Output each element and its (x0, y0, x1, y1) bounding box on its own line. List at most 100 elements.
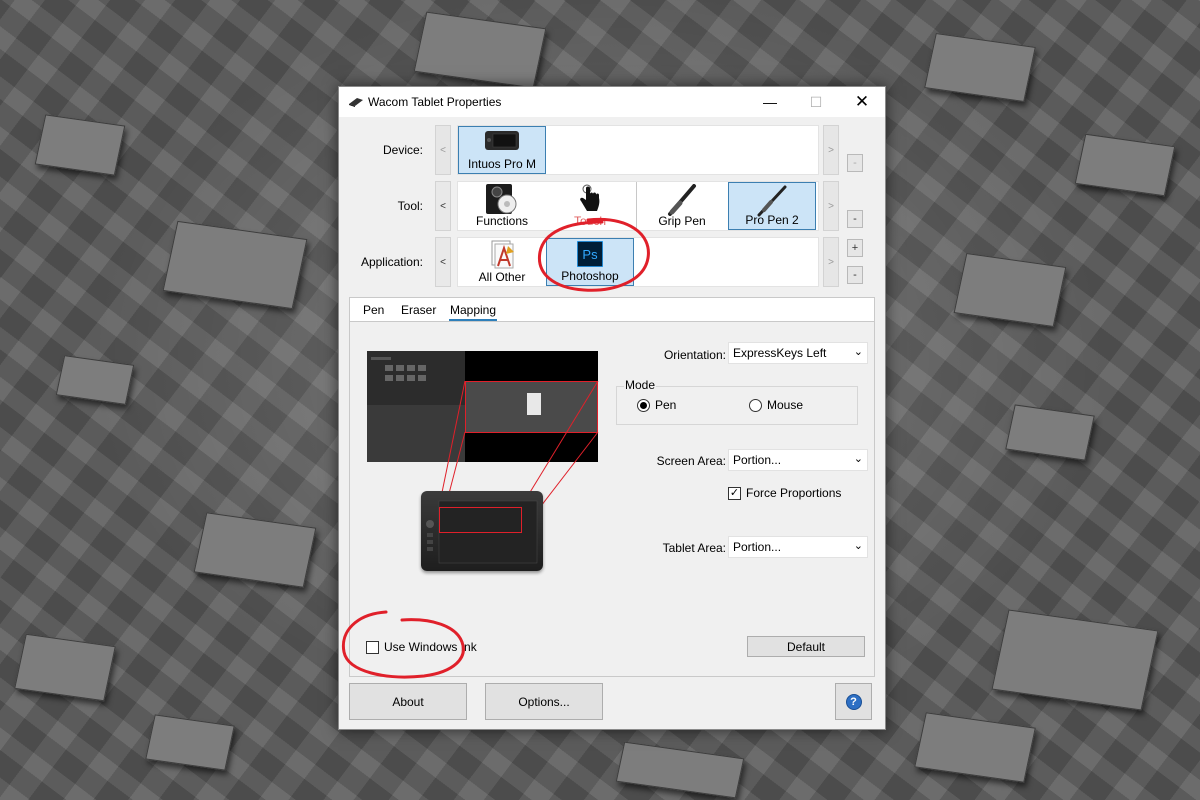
screen-area-dropdown[interactable]: Portion... ⌄ (728, 449, 868, 471)
help-icon: ? (845, 693, 862, 710)
close-icon: ✕ (854, 92, 870, 111)
maximize-button[interactable]: ☐ (793, 87, 839, 117)
background-chip (55, 355, 135, 405)
all-applications-icon (491, 240, 514, 269)
tool-strip: Functions Touch Grip Pen Pro Pen 2 (457, 181, 819, 231)
device-prev-button[interactable]: < (435, 125, 451, 175)
background-chip (991, 609, 1159, 711)
background-chip (1074, 133, 1176, 197)
device-item-label: Intuos Pro M (467, 157, 537, 171)
device-remove-button[interactable]: - (847, 154, 863, 172)
functions-icon (486, 184, 517, 214)
minus-icon: - (853, 157, 857, 169)
help-button[interactable]: ? (835, 683, 872, 720)
arrow-left-icon: < (440, 256, 446, 268)
checkbox-checked-icon: ✓ (728, 486, 741, 500)
tool-item-functions[interactable]: Functions (458, 182, 546, 230)
device-next-button[interactable]: > (823, 125, 839, 175)
device-label: Device: (382, 143, 423, 157)
window-title: Wacom Tablet Properties (368, 95, 502, 109)
tool-label: Tool: (397, 199, 423, 213)
orientation-value: ExpressKeys Left (733, 346, 827, 360)
application-label: Application: (360, 255, 423, 269)
background-chip (615, 741, 745, 799)
plus-icon: + (851, 242, 859, 254)
arrow-right-icon: > (828, 200, 834, 212)
tab-pen[interactable]: Pen (362, 303, 385, 317)
tablet-app-icon (349, 98, 363, 107)
options-button-label: Options... (518, 694, 570, 709)
tablet-area-dropdown[interactable]: Portion... ⌄ (728, 536, 868, 558)
mapping-tab-content: Orientation: ExpressKeys Left ⌄ Mode Pen… (350, 322, 874, 676)
mode-mouse-label: Mouse (767, 398, 804, 412)
screen-area-preview (367, 351, 598, 462)
radio-selected-icon (637, 398, 650, 412)
application-item-all-other[interactable]: All Other (458, 238, 546, 286)
mode-mouse-radio[interactable]: Mouse (749, 398, 803, 412)
chevron-down-icon: ⌄ (853, 346, 863, 358)
minus-icon: - (853, 213, 857, 225)
screen-preview-image (367, 351, 598, 462)
tool-prev-button[interactable]: < (435, 181, 451, 231)
chevron-down-icon: ⌄ (853, 540, 863, 552)
device-strip: Intuos Pro M (457, 125, 819, 175)
minimize-button[interactable]: — (747, 87, 793, 117)
checkbox-unchecked-icon (366, 640, 379, 654)
background-chip (413, 11, 547, 89)
options-button[interactable]: Options... (485, 683, 603, 720)
background-chip (14, 633, 116, 702)
application-strip: All Other Ps Photoshop (457, 237, 819, 287)
default-button-label: Default (786, 639, 826, 654)
tool-item-pro-pen-2[interactable]: Pro Pen 2 (728, 182, 816, 230)
application-item-label: All Other (478, 270, 526, 284)
tab-mapping[interactable]: Mapping (449, 303, 498, 321)
background-chip (145, 714, 235, 771)
orientation-label: Orientation: (663, 348, 726, 362)
application-next-button[interactable]: > (823, 237, 839, 287)
application-remove-button[interactable]: - (847, 266, 863, 284)
minus-icon: - (853, 269, 857, 281)
tablet-area-preview (421, 491, 543, 571)
use-windows-ink-checkbox[interactable]: Use Windows Ink (366, 640, 477, 654)
about-button[interactable]: About (349, 683, 467, 720)
application-prev-button[interactable]: < (435, 237, 451, 287)
pro-pen-icon (757, 185, 787, 217)
chevron-down-icon: ⌄ (853, 453, 863, 465)
tablet-area-label: Tablet Area: (662, 541, 726, 555)
tablet-device-icon (485, 131, 519, 150)
tab-bar: Pen Eraser Mapping (350, 298, 874, 322)
title-bar[interactable]: Wacom Tablet Properties — ☐ ✕ (339, 87, 885, 117)
settings-tab-panel: Pen Eraser Mapping Orientation: ExpressK… (349, 297, 875, 677)
screen-area-value: Portion... (733, 453, 782, 467)
radio-unselected-icon (749, 398, 762, 412)
tool-separator (636, 182, 637, 230)
force-proportions-checkbox[interactable]: ✓ Force Proportions (728, 486, 841, 500)
background-chip (953, 252, 1067, 328)
mode-pen-radio[interactable]: Pen (637, 398, 676, 412)
arrow-right-icon: > (828, 144, 834, 156)
tab-eraser[interactable]: Eraser (400, 303, 437, 317)
tool-item-grip-pen[interactable]: Grip Pen (638, 182, 726, 230)
orientation-dropdown[interactable]: ExpressKeys Left ⌄ (728, 342, 868, 364)
touch-hand-icon (580, 184, 600, 211)
application-item-label: Photoshop (561, 269, 619, 283)
application-add-button[interactable]: + (847, 239, 863, 257)
close-button[interactable]: ✕ (839, 87, 885, 117)
force-proportions-label: Force Proportions (746, 486, 842, 500)
default-button[interactable]: Default (747, 636, 865, 657)
background-chip (34, 114, 126, 176)
mode-label: Mode (624, 378, 657, 392)
background-chip (193, 512, 317, 588)
tool-item-touch[interactable]: Touch (546, 182, 634, 230)
about-button-label: About (392, 694, 424, 709)
device-item-intuos-pro-m[interactable]: Intuos Pro M (458, 126, 546, 174)
tool-next-button[interactable]: > (823, 181, 839, 231)
application-item-photoshop[interactable]: Ps Photoshop (546, 238, 634, 286)
svg-text:Ps: Ps (582, 247, 598, 262)
arrow-left-icon: < (440, 144, 446, 156)
tablet-preview-image (426, 500, 538, 564)
use-windows-ink-label: Use Windows Ink (384, 640, 477, 654)
mode-pen-label: Pen (655, 398, 677, 412)
tool-remove-button[interactable]: - (847, 210, 863, 228)
screen-area-label: Screen Area: (656, 454, 726, 468)
